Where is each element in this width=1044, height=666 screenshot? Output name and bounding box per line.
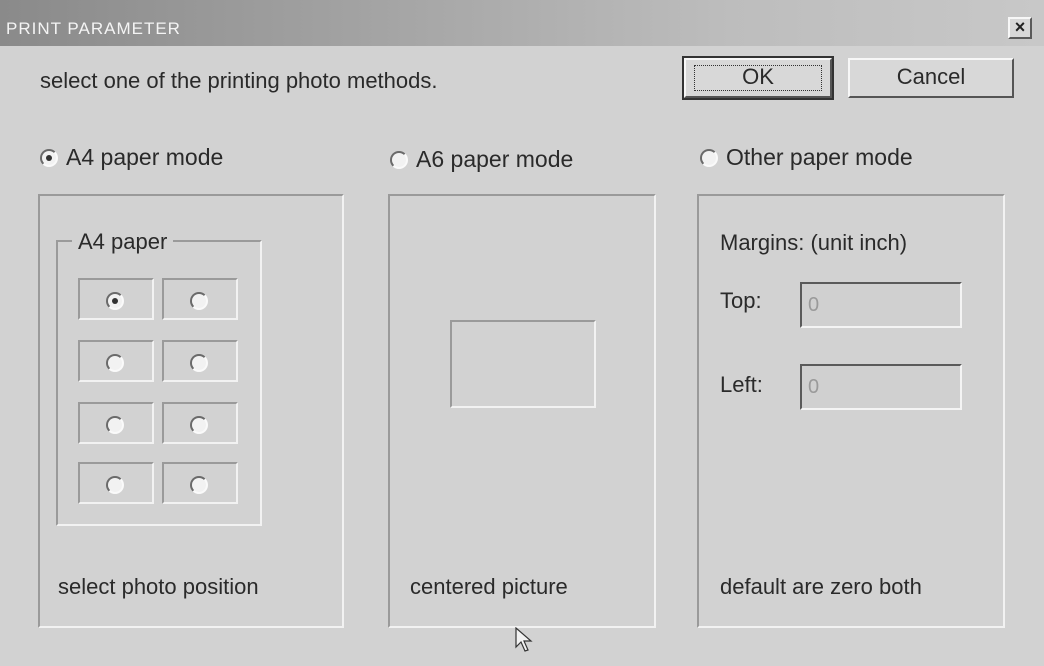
radio-a4-paper-mode[interactable]: A4 paper mode bbox=[40, 144, 223, 171]
radio-button-icon[interactable] bbox=[700, 148, 718, 167]
position-radio-icon[interactable] bbox=[190, 476, 208, 494]
position-radio-icon[interactable] bbox=[190, 416, 208, 434]
position-radio-icon[interactable] bbox=[190, 354, 208, 372]
other-panel bbox=[697, 194, 1005, 628]
close-button[interactable]: × bbox=[1008, 17, 1032, 39]
centered-picture-preview bbox=[450, 320, 596, 408]
radio-other-paper-mode[interactable]: Other paper mode bbox=[700, 144, 913, 171]
ok-button[interactable]: OK bbox=[682, 56, 834, 100]
position-cell-4[interactable] bbox=[162, 340, 238, 382]
position-cell-5[interactable] bbox=[78, 402, 154, 444]
radio-button-icon[interactable] bbox=[40, 148, 58, 167]
position-radio-icon[interactable] bbox=[106, 416, 124, 434]
top-margin-label: Top: bbox=[720, 288, 762, 313]
position-radio-icon[interactable] bbox=[106, 292, 124, 310]
title-bar[interactable]: PRINT PARAMETER × bbox=[0, 0, 1044, 46]
window-title: PRINT PARAMETER bbox=[6, 19, 181, 38]
position-cell-1[interactable] bbox=[78, 278, 154, 320]
focus-rect bbox=[694, 65, 822, 91]
position-radio-icon[interactable] bbox=[106, 354, 124, 372]
radio-a4-label: A4 paper mode bbox=[66, 144, 224, 170]
mouse-pointer-icon bbox=[515, 627, 533, 652]
a4-caption: select photo position bbox=[58, 574, 259, 599]
a6-caption: centered picture bbox=[410, 574, 568, 599]
position-radio-icon[interactable] bbox=[106, 476, 124, 494]
radio-a6-paper-mode[interactable]: A6 paper mode bbox=[390, 146, 573, 173]
margins-title: Margins: (unit inch) bbox=[720, 230, 908, 255]
position-radio-icon[interactable] bbox=[190, 292, 208, 310]
position-cell-7[interactable] bbox=[78, 462, 154, 504]
instruction-text: select one of the printing photo methods… bbox=[40, 68, 438, 93]
print-parameter-dialog: PRINT PARAMETER × select one of the prin… bbox=[0, 0, 1044, 666]
a6-panel bbox=[388, 194, 656, 628]
top-margin-field[interactable] bbox=[800, 282, 962, 328]
radio-other-label: Other paper mode bbox=[726, 144, 913, 170]
cancel-button[interactable]: Cancel bbox=[848, 58, 1014, 98]
position-cell-8[interactable] bbox=[162, 462, 238, 504]
left-margin-label: Left: bbox=[720, 372, 763, 397]
radio-button-icon[interactable] bbox=[390, 150, 408, 169]
position-cell-2[interactable] bbox=[162, 278, 238, 320]
position-cell-3[interactable] bbox=[78, 340, 154, 382]
position-cell-6[interactable] bbox=[162, 402, 238, 444]
other-caption: default are zero both bbox=[720, 574, 922, 599]
radio-a6-label: A6 paper mode bbox=[416, 146, 574, 172]
a4-paper-group-label: A4 paper bbox=[72, 229, 174, 255]
left-margin-field[interactable] bbox=[800, 364, 962, 410]
